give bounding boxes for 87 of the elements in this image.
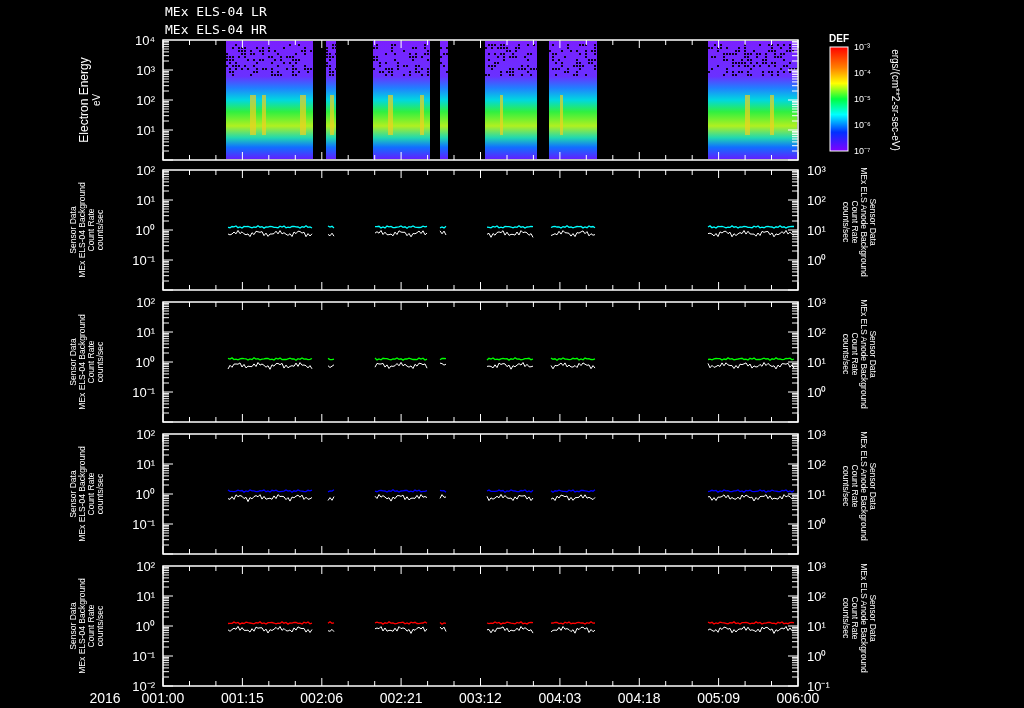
axis-label: counts/sec	[95, 605, 105, 647]
tick-label: 10¹	[807, 619, 826, 634]
tick-label: 10³	[807, 163, 826, 178]
axis-label: MEx ELS-04 Background	[77, 314, 87, 410]
axis-label: Count Rate	[850, 596, 860, 640]
axis-label: counts/sec	[841, 597, 851, 639]
tick-label: 10¹	[136, 589, 155, 604]
axis-label: counts/sec	[95, 473, 105, 515]
axis-label: Sensor Data	[868, 462, 878, 510]
tick-label: 002:06	[300, 690, 344, 706]
axis-unit: eV	[91, 93, 102, 107]
axis-label: MEx ELS Anode Background	[859, 431, 869, 541]
tick-label: 10²	[807, 589, 826, 604]
axis-label: MEx ELS Anode Background	[859, 167, 869, 277]
tick-label: 10¹	[807, 355, 826, 370]
tick-label: 10²	[807, 193, 826, 208]
axis-label: Sensor Data	[868, 198, 878, 246]
axis-label: Count Rate	[86, 340, 96, 384]
axis-label: Electron Energy	[77, 57, 91, 143]
tick-label: 004:03	[538, 690, 582, 706]
tick-label: 10⁻¹	[132, 649, 155, 664]
axis-label: Count Rate	[850, 464, 860, 508]
tick-label: 10⁻⁵	[854, 94, 871, 104]
axis-label: Sensor Data	[68, 602, 78, 650]
tick-label: 10⁻¹	[132, 253, 155, 268]
axis-label: MEx ELS-04 Background	[77, 182, 87, 278]
tick-label: 10⁻¹	[132, 517, 155, 532]
tick-label: 10⁰	[135, 487, 155, 502]
tick-label: 005:09	[697, 690, 741, 706]
tick-label: 10⁰	[135, 619, 155, 634]
colorbar-title: DEF	[829, 33, 849, 44]
colorbar-label: ergs/(cm**2-sr-sec-eV)	[890, 49, 901, 151]
tick-label: 001:15	[220, 690, 264, 706]
axis-label: MEx ELS Anode Background	[859, 563, 869, 673]
tick-label: 10²	[136, 295, 155, 310]
tick-label: 10²	[136, 163, 155, 178]
tick-label: 10³	[807, 427, 826, 442]
tick-label: 10⁴	[134, 33, 155, 48]
plot-title: MEx ELS-04 HR	[165, 22, 267, 37]
tick-label: 10¹	[136, 193, 155, 208]
axis-label: MEx ELS-04 Background	[77, 446, 87, 542]
tick-label: 10⁰	[807, 385, 827, 400]
axis-label: counts/sec	[841, 465, 851, 507]
tick-label: 10¹	[807, 487, 826, 502]
tick-label: 10²	[136, 427, 155, 442]
tick-label: 10²	[136, 559, 155, 574]
tick-label: 10²	[807, 457, 826, 472]
axis-label: Sensor Data	[68, 338, 78, 386]
tick-label: 10¹	[136, 325, 155, 340]
axis-label: Sensor Data	[868, 330, 878, 378]
axis-year: 2016	[89, 690, 121, 706]
axis-label: counts/sec	[95, 341, 105, 383]
axis-label: Count Rate	[86, 604, 96, 648]
tick-label: 10⁻⁶	[854, 120, 871, 130]
tick-label: 10⁻⁷	[854, 146, 871, 156]
tick-label: 10¹	[136, 123, 155, 138]
tick-label: 10⁻³	[854, 42, 870, 52]
tick-label: 10⁰	[135, 223, 155, 238]
axis-label: MEx ELS-04 Background	[77, 578, 87, 674]
tick-label: 10⁻¹	[132, 385, 155, 400]
tick-label: 10³	[136, 63, 155, 78]
plot-title: MEx ELS-04 LR	[165, 4, 267, 19]
axis-label: Count Rate	[850, 332, 860, 376]
tick-label: 10³	[807, 295, 826, 310]
axis-label: MEx ELS Anode Background	[859, 299, 869, 409]
tick-label: 004:18	[617, 690, 661, 706]
axis-label: Count Rate	[86, 208, 96, 252]
tick-label: 10³	[807, 559, 826, 574]
axis-label: counts/sec	[95, 209, 105, 251]
tick-label: 10⁰	[807, 649, 827, 664]
tick-label: 10⁰	[807, 253, 827, 268]
tick-label: 003:12	[459, 690, 502, 706]
axis-label: Count Rate	[86, 472, 96, 516]
axis-label: Sensor Data	[68, 206, 78, 254]
tick-label: 10⁻⁴	[854, 68, 871, 78]
axis-label: Sensor Data	[68, 470, 78, 518]
tick-label: 002:21	[379, 690, 423, 706]
tick-label: 10⁰	[807, 517, 827, 532]
tick-label: 10¹	[807, 223, 826, 238]
axis-label: Sensor Data	[868, 594, 878, 642]
tick-label: 10²	[136, 93, 155, 108]
axis-label: counts/sec	[841, 201, 851, 243]
tick-label: 10²	[807, 325, 826, 340]
tick-label: 10⁰	[135, 355, 155, 370]
axis-label: counts/sec	[841, 333, 851, 375]
axis-label: Count Rate	[850, 200, 860, 244]
tick-label: 10¹	[136, 457, 155, 472]
